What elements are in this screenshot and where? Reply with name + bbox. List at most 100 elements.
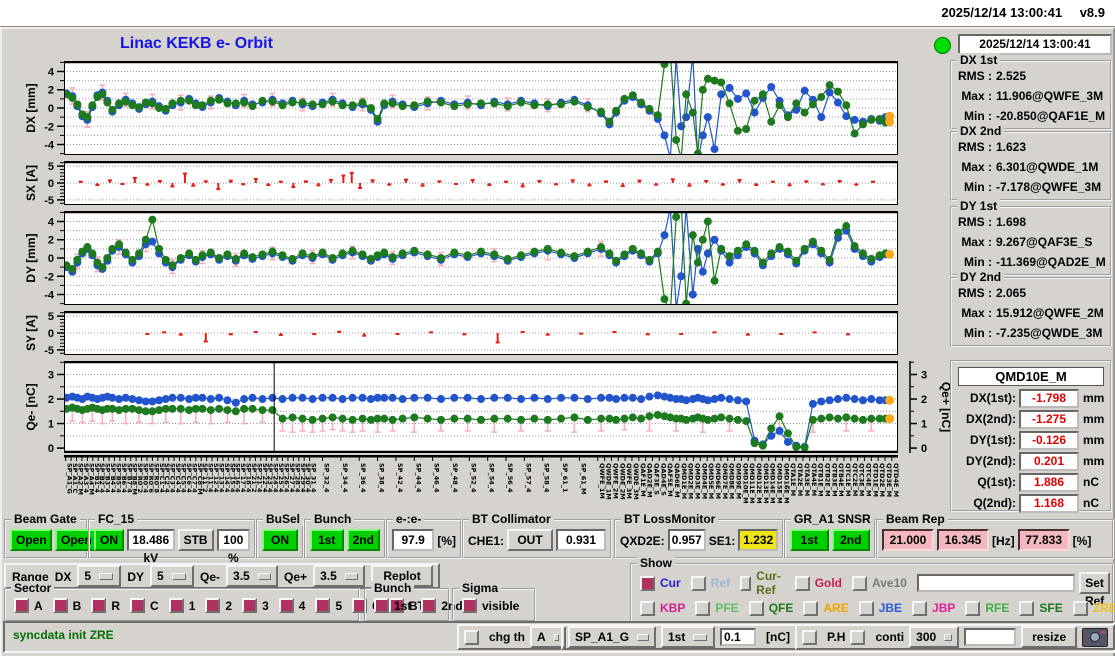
checkbox-jbp[interactable] (912, 600, 928, 616)
x-axis-label: QMD8E_M (728, 463, 736, 499)
checkbox-sfe[interactable] (1019, 600, 1035, 616)
bunch-1st-button[interactable]: 1st (310, 529, 344, 551)
checkbox-label: JBP (932, 601, 956, 615)
checkbox-1st[interactable] (374, 598, 389, 613)
dx-1st-stats-box: DX 1st RMS :2.525 Max :11.906@QWFE_3M Mi… (950, 53, 1112, 130)
sp-bpm-select[interactable]: SP_A1_G (568, 626, 656, 648)
busel-group: BuSel ON (256, 512, 304, 559)
checkbox-3[interactable] (242, 598, 258, 613)
checkbox-r[interactable] (91, 598, 107, 613)
checkbox-gold[interactable] (794, 575, 810, 591)
x-axis-label: QTB4E_M (837, 463, 845, 497)
dx2nd-value: -1.275 (1019, 410, 1079, 430)
checkbox-b[interactable] (52, 598, 68, 613)
threshold-input[interactable] (720, 628, 756, 646)
checkbox-kbp[interactable] (640, 600, 655, 616)
checkbox-label: Cur-Ref (756, 569, 781, 597)
checkbox-qfe[interactable] (748, 600, 764, 616)
x-axis-label: QTD3E_M (885, 463, 893, 497)
series-1st (64, 61, 890, 155)
gr-a1-1st-button[interactable]: 1st (790, 529, 829, 551)
checkbox-are[interactable] (803, 600, 819, 616)
series-2nd (64, 403, 890, 452)
checkbox-rfe[interactable] (965, 600, 981, 616)
beam-gate-open-button-1[interactable]: Open (10, 529, 52, 551)
show-item: Cur-Ref (740, 569, 785, 597)
fc15-on-button[interactable]: ON (94, 529, 124, 551)
busel-on-button[interactable]: ON (262, 529, 298, 551)
camera-icon[interactable] (1082, 627, 1109, 647)
x-axis-label: QMD3E_M (694, 463, 702, 499)
free-input[interactable] (964, 628, 1017, 646)
sp-bunch-select[interactable]: 1st (661, 626, 715, 648)
x-axis-label: QTD1E_M (871, 463, 879, 497)
svg-text:0: 0 (48, 328, 54, 340)
x-axis-label: QMD10E_M (741, 463, 749, 504)
checkbox-ref[interactable] (690, 575, 706, 591)
checkbox-visible[interactable] (462, 598, 477, 613)
checkbox-a[interactable] (14, 598, 29, 613)
x-axis-label: QTA3E_M (803, 463, 811, 496)
checkbox-label: QFE (768, 601, 794, 615)
bunch-2nd-button[interactable]: 2nd (346, 529, 380, 551)
x-axis-label: QMD14E_M (769, 463, 777, 504)
x-axis-label: QWDE_1M (605, 463, 613, 500)
dx-data (64, 61, 895, 155)
checkbox-c[interactable] (130, 598, 146, 613)
checkbox-pfe[interactable] (695, 600, 711, 616)
sx-data (78, 171, 875, 191)
set-ref-button[interactable]: Set Ref (1078, 572, 1111, 608)
sector-group: Sector ABRC123456BT (4, 581, 425, 622)
x-axis-label: QAD4E_S (659, 463, 667, 496)
checkbox-cur-ref[interactable] (740, 575, 752, 591)
checkbox-2[interactable] (205, 598, 221, 613)
range-dy-select[interactable]: 5 (150, 565, 195, 587)
x-axis-label: SP_42_4 (396, 463, 404, 493)
fc15-stb-button[interactable]: STB (177, 529, 214, 551)
checkbox-label: PFE (715, 601, 739, 615)
bunch-group: Bunch 1st 2nd (304, 512, 386, 559)
chg-th-checkbox[interactable] (464, 629, 479, 645)
show-item: PFE (695, 600, 739, 616)
ph-checkbox[interactable] (802, 629, 817, 645)
x-axis-label: QMD16E_M (782, 463, 790, 504)
che1-value: 0.931 (556, 529, 607, 551)
x-axis-label: QWFE_1M (598, 463, 606, 499)
checkbox-ave10[interactable] (852, 575, 868, 591)
sy-axis-title: SY [A] (24, 315, 38, 351)
show-item: Ref (690, 575, 730, 591)
x-axis-label: QTA4E_M (810, 463, 818, 496)
sector-item: A (14, 598, 43, 613)
resize-button[interactable]: resize (1021, 626, 1078, 648)
range-dx-select[interactable]: 5 (77, 565, 122, 587)
conti-checkbox[interactable] (850, 629, 866, 645)
checkbox-1[interactable] (168, 598, 184, 613)
checkbox-2nd[interactable] (421, 598, 437, 613)
ref-file-input[interactable] (916, 574, 1075, 592)
checkbox-4[interactable] (278, 598, 294, 613)
checkbox-zre[interactable] (1072, 600, 1088, 616)
checkbox-label: 4 (298, 598, 306, 613)
svg-text:1: 1 (48, 419, 54, 431)
count-select[interactable]: 300 (909, 626, 960, 648)
x-axis-label: QMD4E_M (700, 463, 708, 499)
dx-plot: 4 2 0 -2 -4 DX [mm] (22, 61, 962, 155)
gr-a1-2nd-button[interactable]: 2nd (831, 529, 870, 551)
range-qe-minus-select[interactable]: 3.5 (226, 565, 279, 587)
beam-gate-group: Beam Gate Open Open (4, 512, 97, 559)
svg-text:1: 1 (921, 419, 927, 431)
sp-select-panel: SP_A1_G 1st [nC] (561, 624, 797, 650)
group-title: DX 2nd (957, 124, 1005, 138)
latest-point-marker (885, 111, 895, 121)
checkbox-cur[interactable] (640, 575, 655, 591)
checkbox-jbe[interactable] (858, 600, 874, 616)
che1-out-button[interactable]: OUT (507, 529, 554, 551)
window-titlebar: 2025/12/14 13:00:41 v8.9 (0, 0, 1115, 27)
dy1-rms: 1.698 (996, 215, 1027, 229)
range-qe-plus-select[interactable]: 3.5 (313, 565, 366, 587)
x-axis-label: SP_44_4 (414, 463, 422, 493)
checkbox-label: 1st (394, 598, 412, 613)
series-2nd (64, 61, 890, 155)
checkbox-5[interactable] (315, 598, 331, 613)
svg-text:5: 5 (48, 161, 54, 173)
